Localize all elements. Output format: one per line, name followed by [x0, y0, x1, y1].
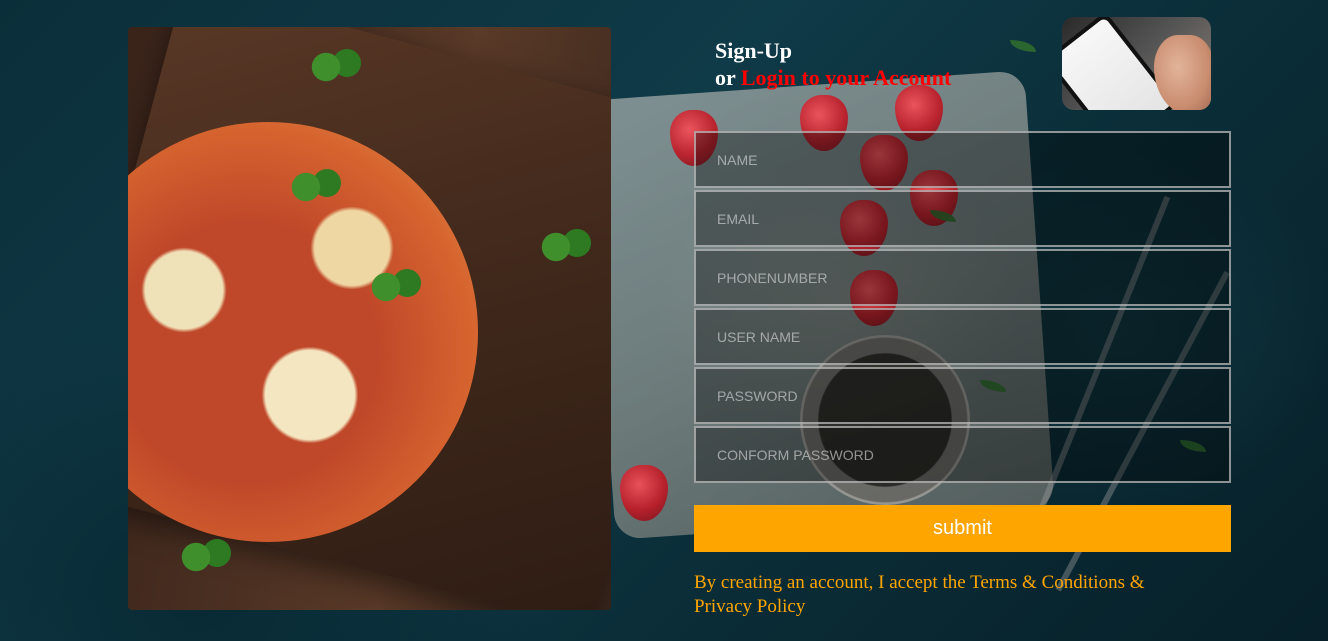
- email-input[interactable]: [694, 190, 1231, 247]
- herb-garnish: [368, 267, 428, 307]
- signup-title: Sign-Up: [715, 38, 793, 63]
- herb-garnish: [538, 227, 598, 267]
- login-link[interactable]: Login to your Account: [741, 65, 951, 90]
- username-input[interactable]: [694, 308, 1231, 365]
- confirm-password-input[interactable]: [694, 426, 1231, 483]
- phone-number-input[interactable]: [694, 249, 1231, 306]
- login-line: or Login to your Account: [715, 64, 951, 91]
- hand: [1154, 35, 1211, 110]
- signup-form: [694, 131, 1231, 485]
- herb-garnish: [308, 47, 368, 87]
- form-heading: Sign-Up or Login to your Account: [715, 37, 951, 91]
- herb-garnish: [288, 167, 348, 207]
- background-leaf: [1010, 40, 1036, 52]
- password-input[interactable]: [694, 367, 1231, 424]
- submit-button[interactable]: submit: [694, 505, 1231, 552]
- herb-garnish: [178, 537, 238, 577]
- terms-text: By creating an account, I accept the Ter…: [694, 572, 1145, 617]
- phone-delivery-image: [1062, 17, 1211, 110]
- or-label: or: [715, 65, 736, 90]
- name-input[interactable]: [694, 131, 1231, 188]
- pizza-image: [128, 27, 611, 610]
